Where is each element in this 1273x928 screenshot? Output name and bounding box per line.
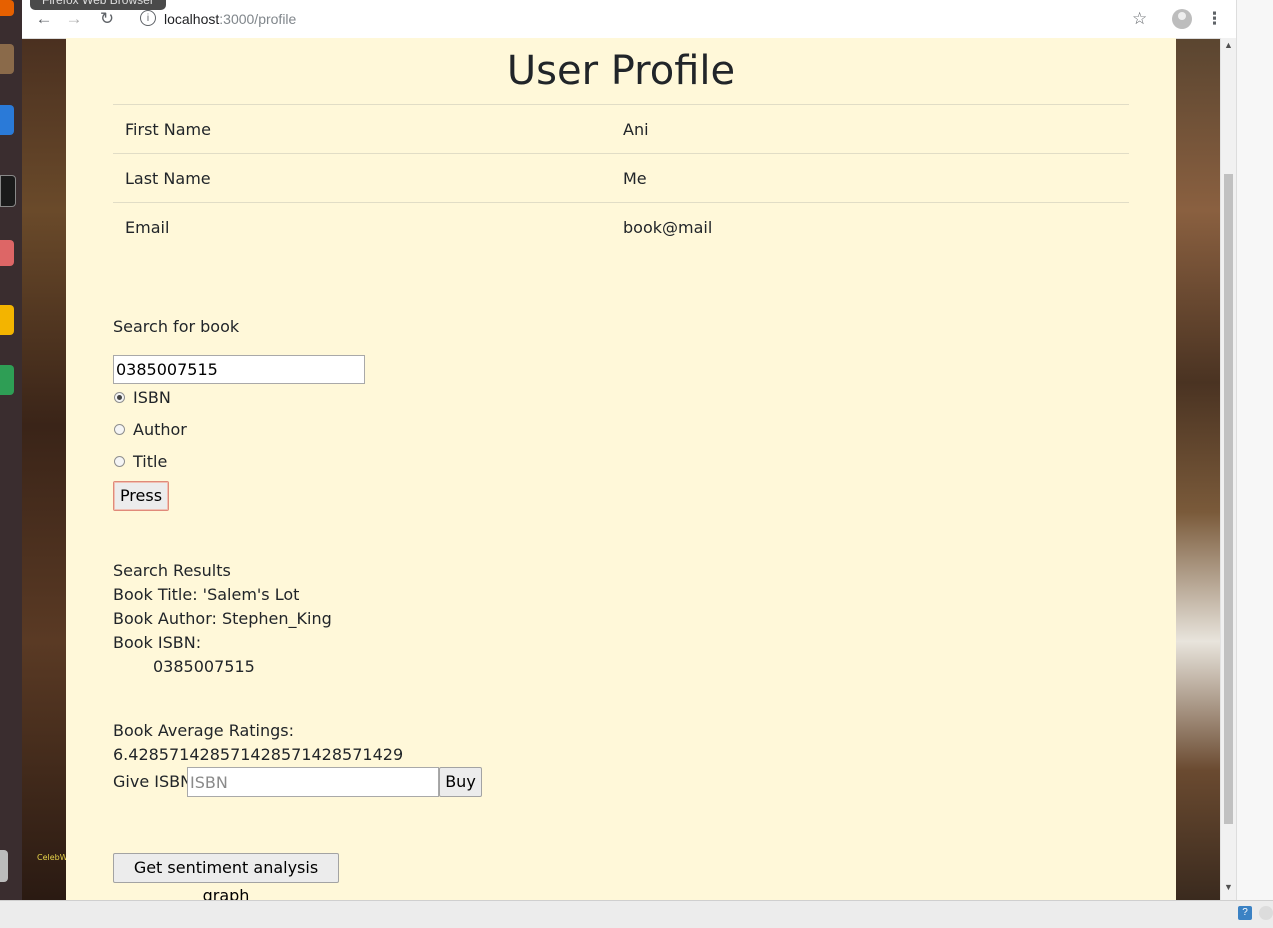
- tray-icon[interactable]: [1259, 906, 1273, 920]
- isbn-input[interactable]: [187, 767, 439, 797]
- book-author-line: Book Author: Stephen_King: [113, 609, 332, 628]
- radio-isbn-label: ISBN: [133, 387, 171, 407]
- book-isbn-value: 0385007515: [153, 657, 255, 676]
- browser-toolbar: ← → ↻ i localhost:3000/profile ☆ ⋮: [22, 0, 1236, 39]
- info-icon[interactable]: i: [140, 10, 156, 26]
- address-bar[interactable]: localhost:3000/profile: [164, 10, 296, 28]
- last-name-label: Last Name: [113, 153, 611, 203]
- page-scrollbar[interactable]: ▲ ▼: [1220, 38, 1237, 900]
- firefox-launcher-icon[interactable]: [0, 0, 14, 16]
- terminal-launcher-icon[interactable]: [0, 175, 16, 207]
- give-isbn-label: Give ISBN:: [113, 772, 198, 791]
- last-name-value: Me: [611, 153, 1129, 203]
- desktop-wallpaper-left: [22, 38, 66, 900]
- help-tray-icon[interactable]: ?: [1238, 906, 1252, 920]
- profile-table: First Name Ani Last Name Me Email book@m…: [113, 104, 1129, 251]
- url-host: localhost: [164, 11, 220, 27]
- radio-author-label: Author: [133, 419, 187, 439]
- desktop-wallpaper-right: [1176, 38, 1220, 900]
- desktop-launcher: [0, 0, 22, 900]
- star-icon[interactable]: ☆: [1132, 9, 1147, 29]
- email-value: book@mail: [611, 202, 1129, 251]
- radio-isbn-control[interactable]: [114, 391, 125, 403]
- email-label: Email: [113, 202, 611, 251]
- book-title-line: Book Title: 'Salem's Lot: [113, 585, 300, 604]
- files-launcher-icon[interactable]: [0, 44, 14, 74]
- app-launcher-icon[interactable]: [0, 365, 14, 395]
- radio-title-label: Title: [133, 451, 168, 471]
- reload-icon[interactable]: ↻: [97, 9, 117, 29]
- first-name-label: First Name: [113, 104, 611, 154]
- url-path: :3000/profile: [219, 11, 297, 27]
- scroll-up-icon[interactable]: ▲: [1224, 40, 1233, 50]
- ratings-label: Book Average Ratings:: [113, 721, 295, 740]
- radio-title-control[interactable]: [114, 455, 125, 467]
- scrollbar-thumb[interactable]: [1224, 174, 1233, 824]
- taskbar: [0, 900, 1273, 928]
- buy-button[interactable]: Buy: [439, 767, 482, 797]
- table-row: Email book@mail: [113, 202, 1129, 251]
- search-heading: Search for book: [113, 317, 240, 336]
- radio-author[interactable]: Author: [113, 418, 187, 440]
- writer-launcher-icon[interactable]: [0, 105, 14, 135]
- forward-icon[interactable]: →: [64, 9, 84, 29]
- table-row: First Name Ani: [113, 104, 1129, 154]
- press-button[interactable]: Press: [113, 481, 169, 511]
- editor-launcher-icon[interactable]: [0, 240, 14, 266]
- radio-isbn[interactable]: ISBN: [113, 386, 171, 408]
- table-row: Last Name Me: [113, 153, 1129, 203]
- radio-author-control[interactable]: [114, 423, 125, 435]
- scroll-down-icon[interactable]: ▼: [1224, 882, 1233, 892]
- page-title: User Profile: [506, 48, 736, 94]
- tooltip: Firefox Web Browser: [30, 0, 166, 10]
- radio-title[interactable]: Title: [113, 450, 167, 472]
- ratings-value: 6.428571428571428571428571429: [113, 745, 404, 764]
- menu-icon[interactable]: ⋮: [1206, 9, 1223, 29]
- first-name-value: Ani: [611, 104, 1129, 154]
- book-isbn-label: Book ISBN:: [113, 633, 202, 652]
- page-content: User Profile First Name Ani Last Name Me…: [66, 38, 1176, 900]
- back-icon[interactable]: ←: [34, 9, 54, 29]
- results-heading: Search Results: [113, 561, 231, 580]
- apps-grid-icon[interactable]: [0, 850, 8, 882]
- sentiment-graph-button[interactable]: Get sentiment analysis graph: [113, 853, 339, 900]
- account-icon[interactable]: [1172, 9, 1192, 29]
- search-input[interactable]: [113, 355, 365, 384]
- chrome-launcher-icon[interactable]: [0, 305, 14, 335]
- window-edge: [1236, 0, 1273, 900]
